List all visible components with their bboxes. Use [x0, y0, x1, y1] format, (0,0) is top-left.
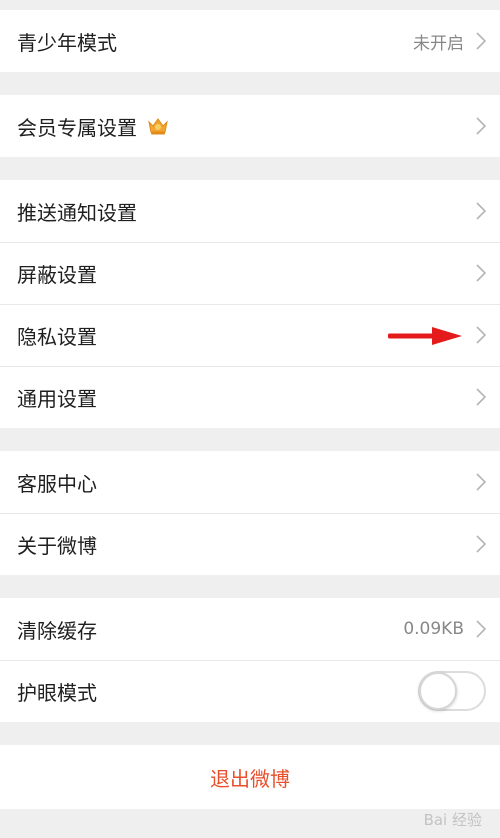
settings-item-about[interactable]: 关于微博: [0, 513, 500, 575]
crown-icon: [148, 118, 168, 135]
settings-item-label: 客服中心: [17, 471, 97, 496]
group-misc: 清除缓存 0.09KB 护眼模式: [0, 598, 500, 722]
chevron-right-icon: [476, 264, 486, 282]
chevron-right-icon: [476, 388, 486, 406]
settings-item-block[interactable]: 屏蔽设置: [0, 242, 500, 304]
chevron-right-icon: [476, 117, 486, 135]
chevron-right-icon: [476, 535, 486, 553]
group-youth: 青少年模式 未开启: [0, 10, 500, 72]
settings-item-label: 屏蔽设置: [17, 262, 97, 287]
settings-item-label: 清除缓存: [17, 618, 97, 643]
chevron-right-icon: [476, 326, 486, 344]
chevron-right-icon: [476, 32, 486, 50]
watermark: Bai 经验: [423, 811, 482, 829]
eye-care-toggle[interactable]: [418, 671, 486, 711]
annotation-arrow-icon: [388, 327, 462, 345]
group-vip: 会员专属设置: [0, 95, 500, 157]
settings-item-general[interactable]: 通用设置: [0, 366, 500, 428]
settings-item-label: 推送通知设置: [17, 200, 137, 225]
logout-label: 退出微博: [210, 766, 290, 791]
settings-item-push-notifications[interactable]: 推送通知设置: [0, 180, 500, 242]
settings-page: 青少年模式 未开启 会员专属设置 推送通知设置 屏蔽设置 隐私设置 通用设置 客…: [0, 0, 500, 809]
settings-item-clear-cache[interactable]: 清除缓存 0.09KB: [0, 598, 500, 660]
chevron-right-icon: [476, 473, 486, 491]
group-settings: 推送通知设置 屏蔽设置 隐私设置 通用设置: [0, 180, 500, 428]
toggle-knob: [419, 672, 457, 710]
settings-item-label: 隐私设置: [17, 324, 97, 349]
logout-button[interactable]: 退出微博: [0, 745, 500, 809]
settings-item-eye-care: 护眼模式: [0, 660, 500, 722]
settings-item-youth-mode[interactable]: 青少年模式 未开启: [0, 10, 500, 72]
group-support: 客服中心 关于微博: [0, 451, 500, 575]
settings-item-customer-service[interactable]: 客服中心: [0, 451, 500, 513]
chevron-right-icon: [476, 620, 486, 638]
cache-size: 0.09KB: [403, 619, 464, 639]
settings-item-label: 护眼模式: [17, 680, 97, 705]
top-gap: [0, 0, 500, 10]
settings-item-label: 通用设置: [17, 386, 97, 411]
chevron-right-icon: [476, 202, 486, 220]
settings-item-label: 关于微博: [17, 533, 97, 558]
settings-item-label: 会员专属设置: [17, 115, 137, 140]
settings-item-vip[interactable]: 会员专属设置: [0, 95, 500, 157]
settings-item-label: 青少年模式: [17, 30, 117, 55]
youth-mode-status: 未开启: [413, 33, 464, 54]
